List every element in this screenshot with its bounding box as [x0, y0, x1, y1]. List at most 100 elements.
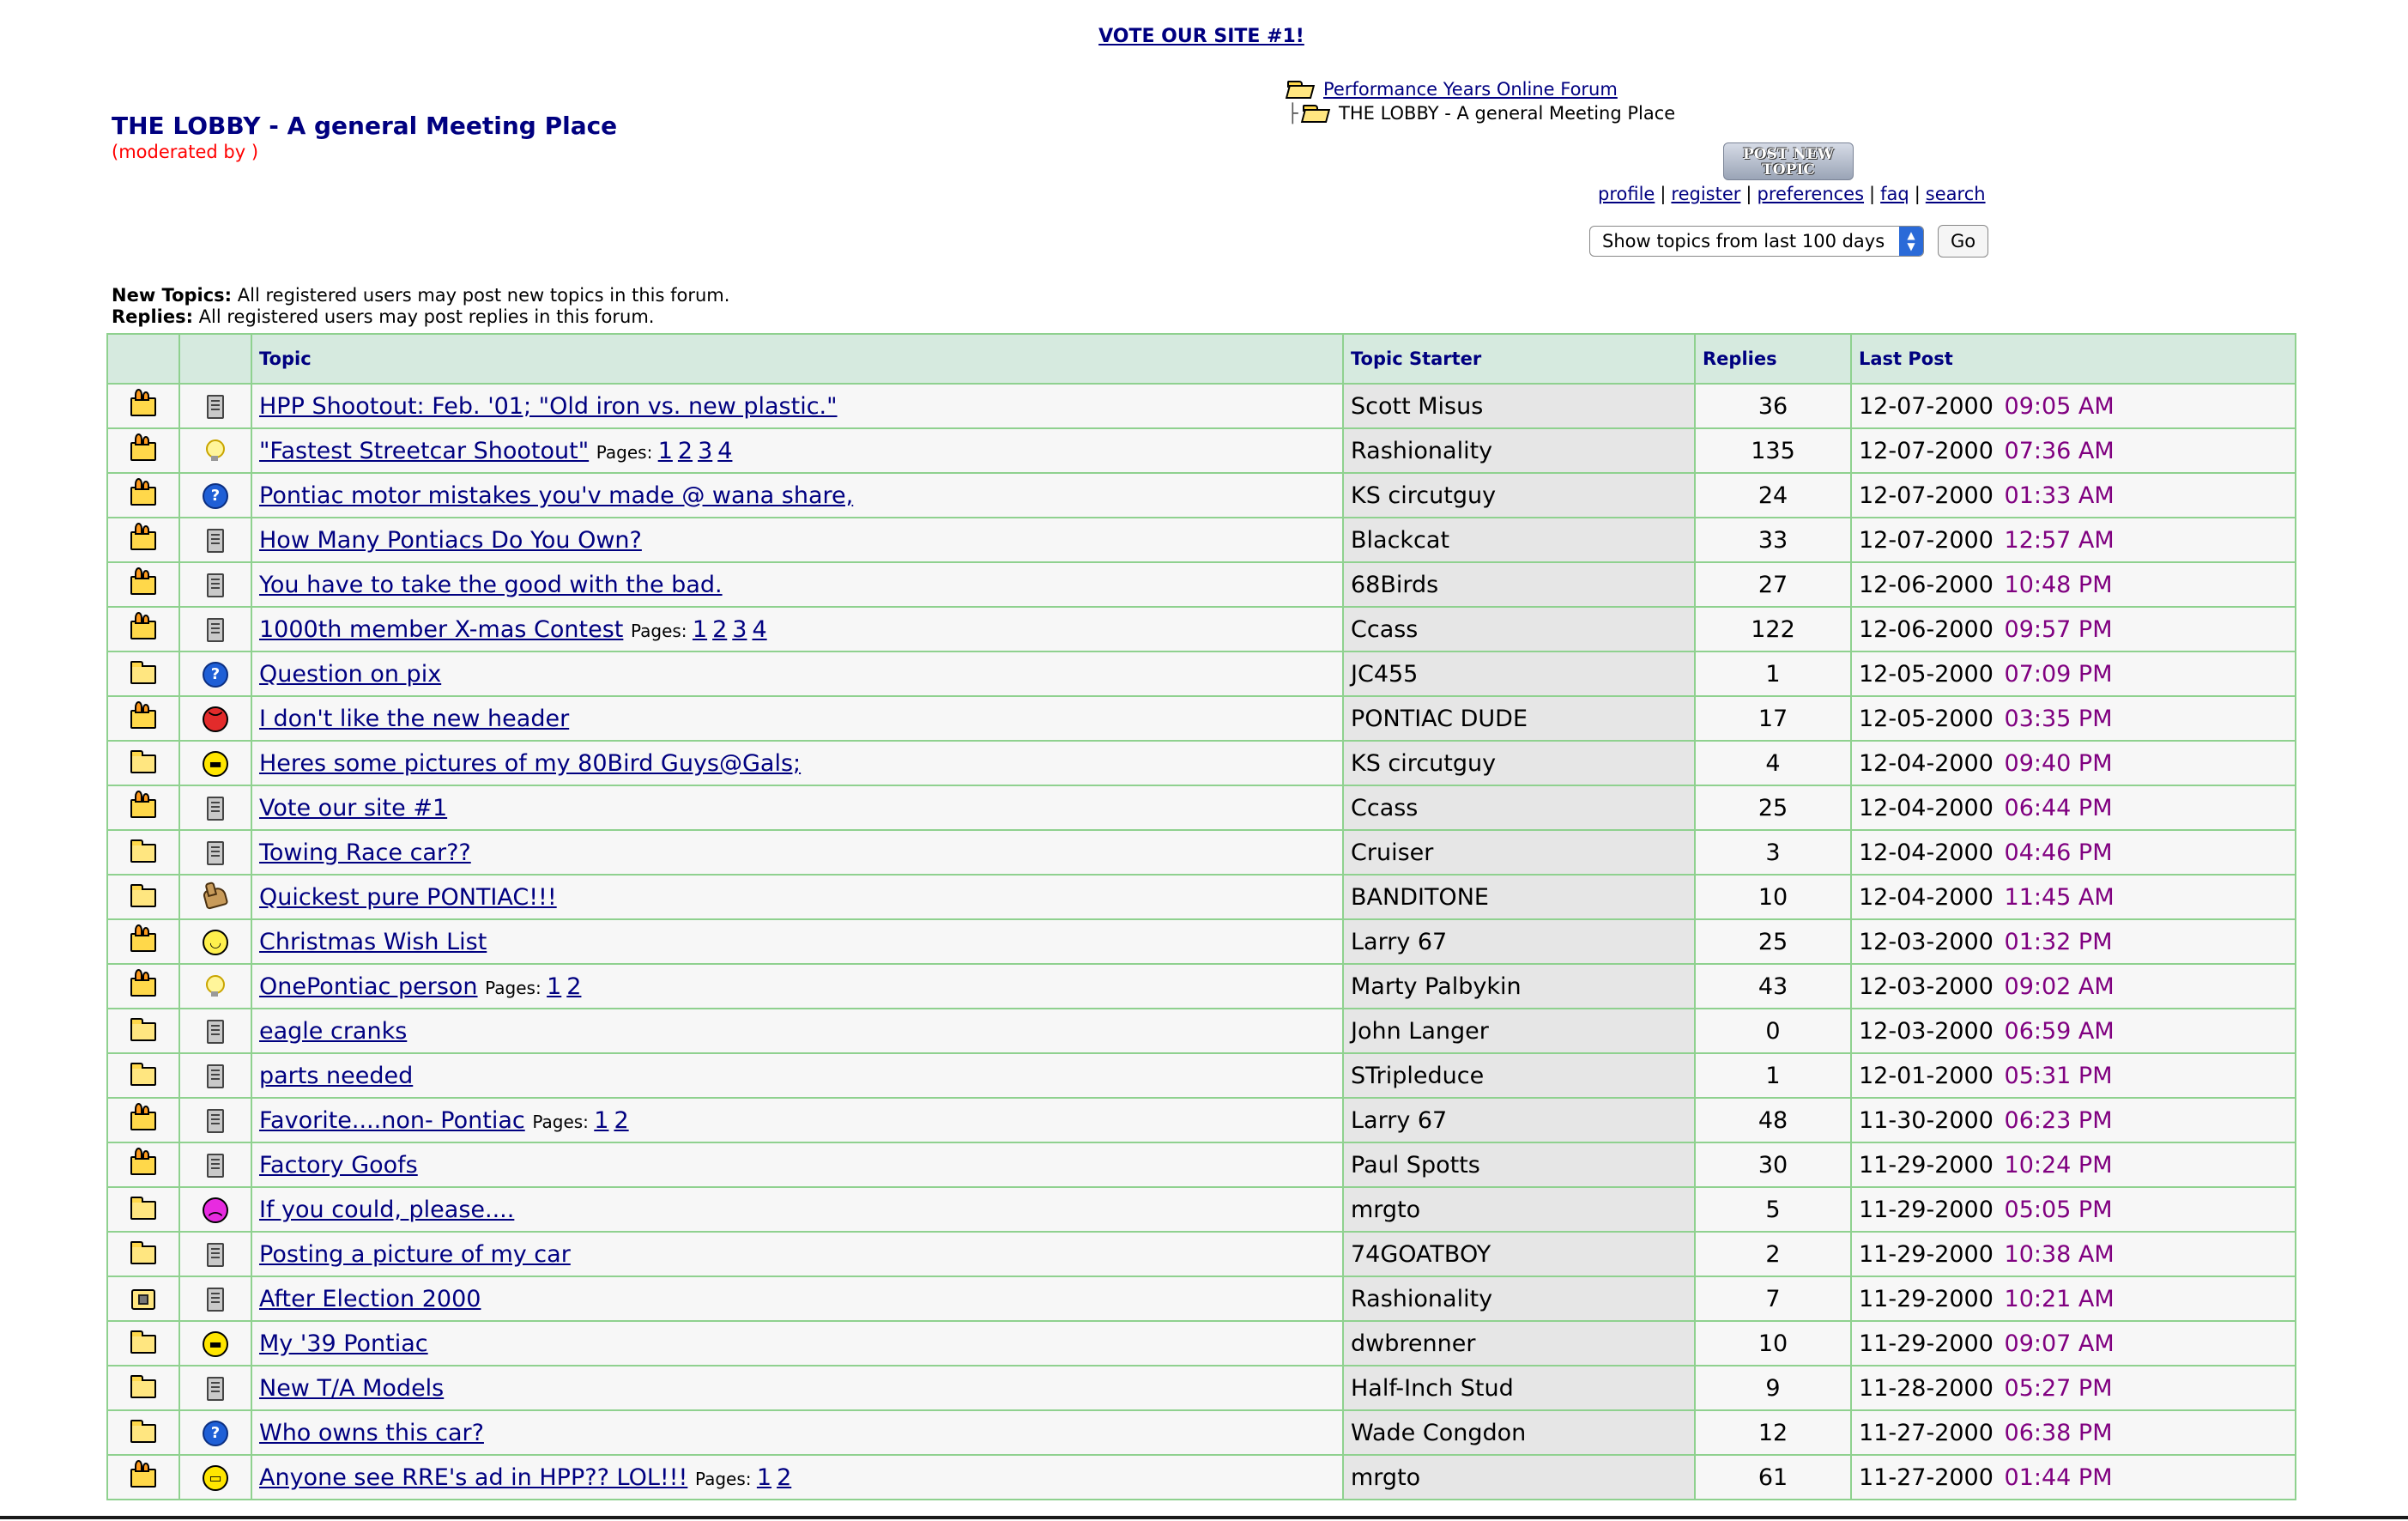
last-post-cell: 12-07-2000 07:36 AM — [1850, 427, 2296, 474]
page-link[interactable]: 4 — [752, 616, 766, 643]
last-post-date: 12-07-2000 — [1859, 392, 1994, 420]
page-link[interactable]: 1 — [594, 1107, 608, 1134]
topic-icon-cell — [178, 427, 252, 474]
topic-cell: Quickest pure PONTIAC!!! — [251, 874, 1344, 920]
last-post-time: 06:44 PM — [2004, 794, 2113, 821]
document-icon — [207, 1109, 224, 1133]
last-post-date: 11-30-2000 — [1859, 1106, 1994, 1134]
document-icon — [207, 1377, 224, 1401]
page-link[interactable]: 3 — [732, 616, 747, 643]
last-post-date: 11-29-2000 — [1859, 1196, 1994, 1223]
sad-face-icon: ︵ — [203, 1197, 228, 1223]
reply-count: 43 — [1694, 963, 1852, 1009]
hot-folder-icon — [130, 969, 156, 997]
topic-link[interactable]: "Fastest Streetcar Shootout" — [259, 438, 589, 464]
page-link[interactable]: 1 — [547, 973, 561, 1000]
topic-range-select[interactable]: Show topics from last 100 days ▲ ▼ — [1589, 226, 1924, 257]
topic-link[interactable]: You have to take the good with the bad. — [259, 572, 723, 598]
last-post-time: 10:38 AM — [2004, 1240, 2115, 1268]
topic-link[interactable]: Anyone see RRE's ad in HPP?? LOL!!! — [259, 1464, 687, 1491]
pages-label: Pages: — [532, 1111, 589, 1132]
breadcrumb-root-link[interactable]: Performance Years Online Forum — [1323, 77, 1618, 101]
vote-link[interactable]: VOTE OUR SITE #1! — [1098, 26, 1304, 47]
topic-starter: Half-Inch Stud — [1342, 1365, 1696, 1411]
table-row: ? Pontiac motor mistakes you'v made @ wan… — [106, 472, 2296, 518]
topic-link[interactable]: After Election 2000 — [259, 1286, 481, 1312]
reply-count: 30 — [1694, 1142, 1852, 1188]
breadcrumb: Performance Years Online Forum ├ THE LOB… — [1287, 77, 1675, 125]
table-row: parts needed STripleduce 1 12-01-2000 05:31… — [106, 1052, 2296, 1099]
topic-link[interactable]: eagle cranks — [259, 1018, 407, 1045]
profile-link[interactable]: profile — [1598, 184, 1655, 204]
topic-link[interactable]: Pontiac motor mistakes you'v made @ wana… — [259, 482, 853, 509]
last-post-date: 11-28-2000 — [1859, 1374, 1994, 1402]
page-link[interactable]: 2 — [712, 616, 727, 643]
topic-link[interactable]: Favorite....non- Pontiac — [259, 1107, 525, 1134]
folder-icon — [130, 1197, 156, 1220]
topic-starter: Larry 67 — [1342, 1097, 1696, 1143]
page-link[interactable]: 2 — [777, 1464, 791, 1491]
last-post-time: 06:38 PM — [2004, 1419, 2113, 1446]
topic-link[interactable]: If you could, please.... — [259, 1197, 514, 1223]
select-arrows-icon: ▲ ▼ — [1899, 227, 1923, 256]
folder-icon — [130, 884, 156, 907]
cool-face-icon: ▬ — [203, 1330, 228, 1357]
topic-link[interactable]: parts needed — [259, 1063, 413, 1089]
starter-column-header: Topic Starter — [1342, 333, 1696, 385]
table-row: eagle cranks John Langer 0 12-03-2000 06:59… — [106, 1008, 2296, 1054]
topic-link[interactable]: HPP Shootout: Feb. '01; "Old iron vs. ne… — [259, 393, 838, 420]
topic-link[interactable]: Quickest pure PONTIAC!!! — [259, 884, 557, 911]
topic-range-form: Show topics from last 100 days ▲ ▼ Go — [1589, 225, 1989, 258]
last-post-date: 12-07-2000 — [1859, 526, 1994, 554]
page-link[interactable]: 3 — [698, 438, 712, 464]
topic-link[interactable]: How Many Pontiacs Do You Own? — [259, 527, 642, 554]
topic-status-cell — [106, 1052, 180, 1099]
table-header-row: Topic Topic Starter Replies Last Post — [106, 333, 2296, 385]
page-link[interactable]: 2 — [614, 1107, 628, 1134]
topic-link[interactable]: 1000th member X-mas Contest — [259, 616, 623, 643]
topic-status-cell — [106, 383, 180, 429]
reply-count: 25 — [1694, 918, 1852, 965]
topic-cell: Favorite....non- Pontiac Pages: 12 — [251, 1097, 1344, 1143]
last-post-cell: 11-27-2000 06:38 PM — [1850, 1409, 2296, 1456]
topic-link[interactable]: Vote our site #1 — [259, 795, 447, 821]
pages-label: Pages: — [485, 977, 541, 998]
last-post-cell: 12-05-2000 07:09 PM — [1850, 651, 2296, 697]
page-link[interactable]: 4 — [717, 438, 732, 464]
faq-link[interactable]: faq — [1880, 184, 1909, 204]
topic-link[interactable]: Christmas Wish List — [259, 929, 487, 955]
topic-link[interactable]: Who owns this car? — [259, 1420, 484, 1446]
topic-link[interactable]: Posting a picture of my car — [259, 1241, 571, 1268]
topic-link[interactable]: New T/A Models — [259, 1375, 444, 1402]
register-link[interactable]: register — [1671, 184, 1740, 204]
last-post-time: 04:46 PM — [2004, 839, 2113, 866]
page-link[interactable]: 2 — [678, 438, 693, 464]
topic-cell: Posting a picture of my car — [251, 1231, 1344, 1277]
page-link[interactable]: 1 — [693, 616, 707, 643]
page-link[interactable]: 1 — [757, 1464, 771, 1491]
forum-permissions: New Topics: All registered users may pos… — [112, 285, 729, 328]
page-link[interactable]: 1 — [658, 438, 673, 464]
preferences-link[interactable]: preferences — [1758, 184, 1865, 204]
smile-face-icon: ◡ — [203, 929, 228, 955]
last-post-date: 12-06-2000 — [1859, 615, 1994, 643]
reply-count: 12 — [1694, 1409, 1852, 1456]
search-link[interactable]: search — [1926, 184, 1986, 204]
vote-banner: VOTE OUR SITE #1! — [0, 26, 2403, 47]
topic-link[interactable]: My '39 Pontiac — [259, 1330, 428, 1357]
last-post-date: 12-04-2000 — [1859, 883, 1994, 911]
pages-list: Pages: 1234 — [631, 616, 772, 643]
post-new-topic-button[interactable]: POST NEW TOPIC — [1723, 142, 1854, 180]
topic-link[interactable]: OnePontiac person — [259, 973, 478, 1000]
angry-face-icon: ︶ — [203, 706, 228, 732]
topic-link[interactable]: Question on pix — [259, 661, 441, 688]
topic-link[interactable]: Heres some pictures of my 80Bird Guys@Ga… — [259, 750, 801, 777]
table-row: 1000th member X-mas Contest Pages: 1234C… — [106, 606, 2296, 652]
topic-status-cell — [106, 561, 180, 608]
go-button[interactable]: Go — [1938, 225, 1989, 258]
topic-link[interactable]: Factory Goofs — [259, 1152, 418, 1179]
topic-cell: New T/A Models — [251, 1365, 1344, 1411]
topic-link[interactable]: Towing Race car?? — [259, 839, 471, 866]
topic-link[interactable]: I don't like the new header — [259, 706, 569, 732]
page-link[interactable]: 2 — [566, 973, 581, 1000]
